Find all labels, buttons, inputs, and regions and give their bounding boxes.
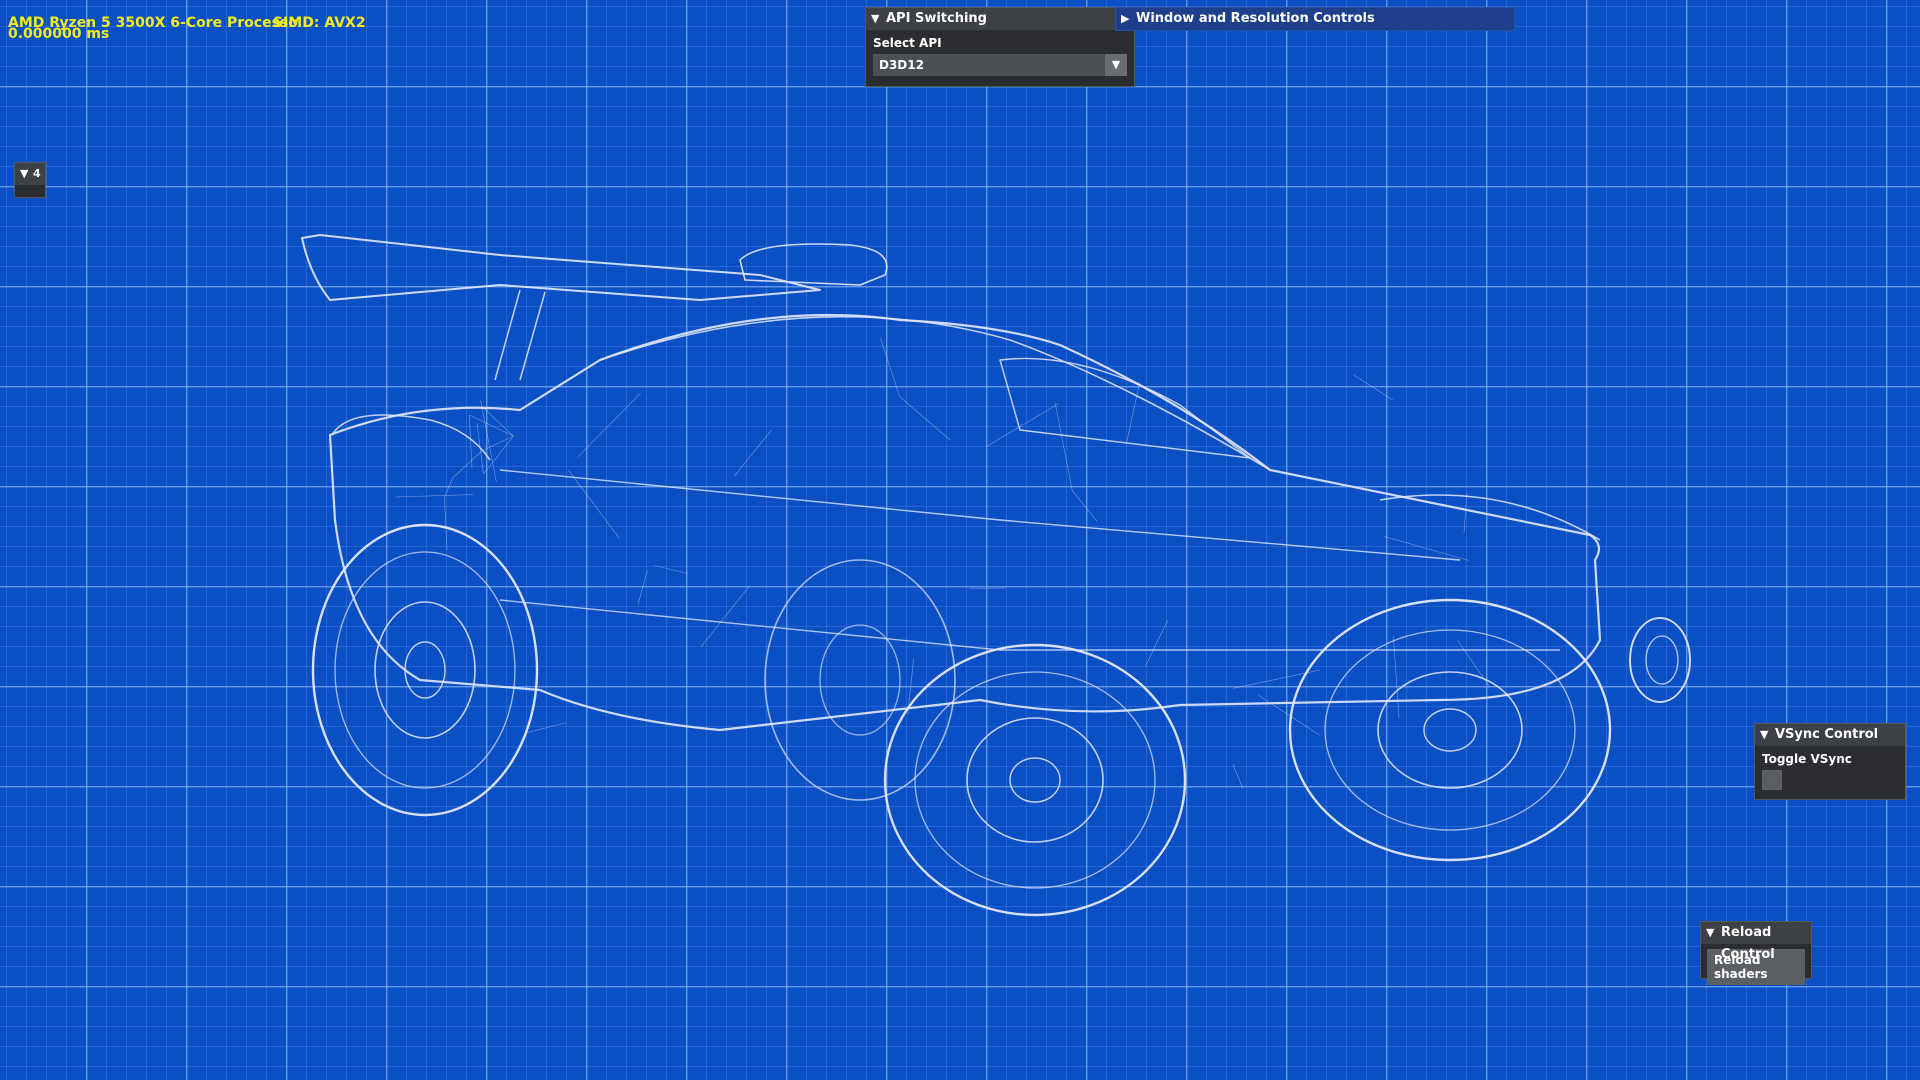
window-resolution-title: Window and Resolution Controls [1136,11,1375,26]
vsync-checkbox[interactable] [1762,770,1782,790]
spoiler-strut [494,289,546,381]
chevron-down-icon[interactable]: ▼ [1105,54,1127,76]
window-resolution-panel[interactable]: ▶ Window and Resolution Controls [1115,7,1515,31]
api-select[interactable]: D3D12 ▼ [873,54,1127,76]
api-switching-panel: ▼ API Switching Select API D3D12 ▼ [865,7,1135,87]
collapsed-panel-label: 4 [33,167,41,180]
window-resolution-header[interactable]: ▶ Window and Resolution Controls [1116,8,1514,30]
front-nose [1379,494,1601,541]
front-pod [1629,617,1691,703]
toggle-vsync-label: Toggle VSync [1762,752,1852,766]
api-select-value: D3D12 [879,58,924,72]
roof-line [599,315,1271,471]
mid-wheel [764,559,956,801]
lower-line [499,599,1560,651]
wireframe-car-viewport [301,234,1691,917]
api-switching-header[interactable]: ▼ API Switching [866,8,1134,30]
vsync-control-panel: ▼ VSync Control Toggle VSync [1754,723,1906,800]
cockpit-window [999,357,1251,459]
side-line [499,469,1461,561]
roof-pod [739,243,888,286]
triangle-down-icon[interactable]: ▼ [1760,724,1768,746]
reload-control-panel: ▼ Reload Control Reload shaders [1700,921,1812,985]
rear-wheel [311,523,539,817]
reload-control-title: Reload Control [1721,925,1775,962]
vsync-control-header[interactable]: ▼ VSync Control [1755,724,1905,746]
reload-control-header[interactable]: ▼ Reload Control [1701,922,1811,962]
front-right-wheel [1288,598,1612,862]
front-left-wheel [883,643,1187,917]
select-api-label: Select API [873,36,942,50]
api-switching-title: API Switching [886,11,987,26]
triangle-down-icon[interactable]: ▼ [20,163,28,185]
triangle-right-icon[interactable]: ▶ [1121,8,1129,30]
triangle-down-icon[interactable]: ▼ [1706,922,1714,944]
rear-fender [331,414,491,461]
vsync-control-title: VSync Control [1775,727,1879,742]
collapsed-debug-panel[interactable]: ▼ 4 [14,162,46,198]
triangle-down-icon[interactable]: ▼ [871,8,879,30]
